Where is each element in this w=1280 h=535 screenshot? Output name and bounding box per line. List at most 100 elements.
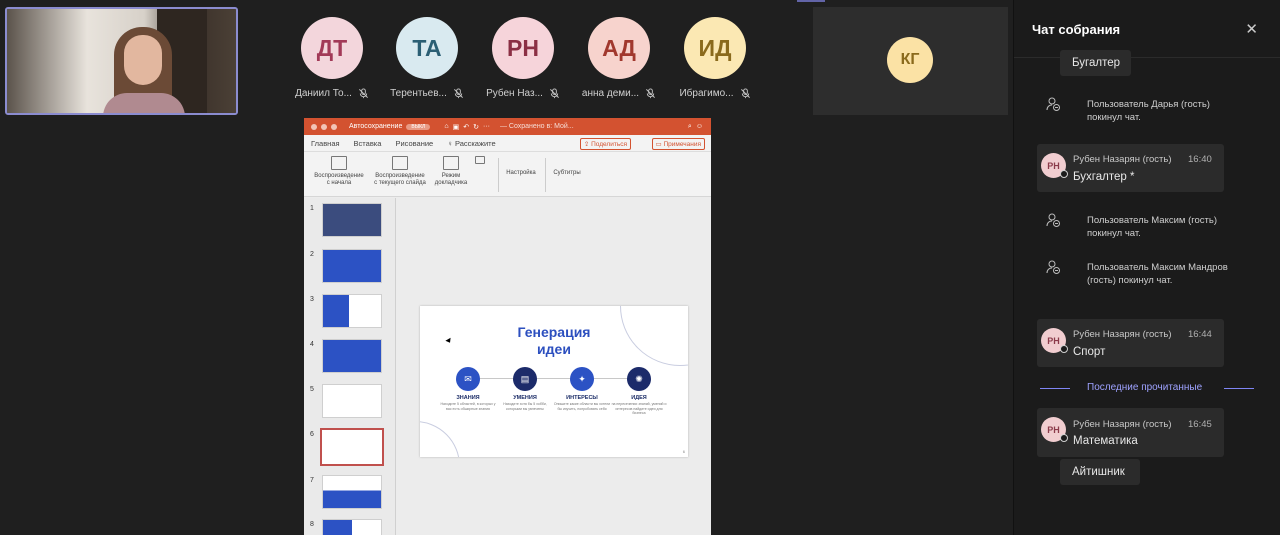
slide-thumbnail[interactable] [322, 384, 382, 418]
slide-thumbnail[interactable] [322, 475, 382, 509]
slide-item-label: УМЕНИЯ [513, 395, 537, 401]
skills-icon: ▤ [513, 367, 537, 391]
participant-avatar: ИД [684, 17, 746, 79]
slide-item-label: ЗНАНИЯ [456, 395, 480, 401]
chat-message-bubble[interactable]: Бугалтер [1060, 50, 1131, 76]
comment-icon: ▭ [655, 141, 662, 148]
thumb-number: 7 [310, 477, 314, 484]
close-icon[interactable]: ✕ [1245, 20, 1258, 38]
slide-item-desc: на пересечении знаний, умений и интересо… [611, 402, 667, 415]
ribbon-slideshow: Воспроизведение с начала Воспроизведение… [304, 152, 711, 197]
participant-name: Терентьев... [390, 88, 447, 99]
mic-muted-icon [453, 88, 463, 99]
chat-message-text: Айтишник [1072, 466, 1125, 478]
slide-thumbnail[interactable] [322, 519, 382, 535]
participant-name: Даниил То... [295, 88, 352, 99]
participant-avatar: ДТ [301, 17, 363, 79]
presence-status-icon [1060, 345, 1068, 353]
chat-message-text: Бухгалтер * [1073, 171, 1135, 183]
message-author: Рубен Назарян (гость) [1073, 154, 1172, 165]
idea-icon: ✺ [627, 367, 651, 391]
window-close-dot[interactable] [311, 123, 317, 130]
profile-icon[interactable]: ☺ [696, 123, 703, 130]
presenter-line2: докладчика [434, 180, 468, 186]
play-from-start-button[interactable]: Воспроизведение с начала [310, 156, 368, 187]
slide-item-desc: Находите 5 областей, в которых у вас ест… [440, 402, 496, 411]
window-zoom-dot[interactable] [331, 123, 337, 130]
message-time: 16:40 [1188, 154, 1212, 165]
slide-decor-arc [420, 421, 460, 457]
slide-thumbnail[interactable] [322, 339, 382, 373]
participant-tile[interactable]: ДТ Даниил То... [284, 17, 380, 99]
slide-thumbnail[interactable] [322, 294, 382, 328]
thumb-number: 4 [310, 341, 314, 348]
custom-show-icon [475, 156, 485, 164]
search-icon[interactable]: ⌕ [688, 123, 692, 131]
slide-page-number: 6 [682, 449, 685, 454]
redo-icon[interactable]: ↻ [473, 123, 479, 131]
play-from-current-button[interactable]: Воспроизведение с текущего слайда [370, 156, 430, 187]
participant-large-tile[interactable]: КГ [813, 7, 1008, 115]
play-from-current-line1: Воспроизведение [375, 173, 425, 179]
window-minimize-dot[interactable] [321, 123, 327, 130]
chat-message-bubble[interactable]: Айтишник [1060, 459, 1140, 485]
participant-avatar: ТА [396, 17, 458, 79]
mic-muted-icon [549, 88, 559, 99]
participant-avatar: КГ [887, 37, 933, 83]
home-icon[interactable]: ⌂ [444, 123, 448, 130]
more-icon[interactable]: ··· [483, 123, 490, 130]
participant-tile[interactable]: РН Рубен Наз... [475, 17, 571, 99]
interests-icon: ✦ [570, 367, 594, 391]
share-icon: ⇪ [583, 141, 590, 148]
shared-screen-powerpoint[interactable]: Автосохранение ВЫКЛ ⌂ ▣ ↶ ↻ ··· — Сохран… [304, 118, 711, 535]
custom-show-dropdown[interactable] [470, 156, 490, 167]
slide-connector-line [470, 378, 642, 379]
thumb-number: 2 [310, 251, 314, 258]
avatar[interactable]: РН [1041, 328, 1068, 353]
save-status: — Сохранено в: Мой... [499, 123, 574, 130]
save-icon[interactable]: ▣ [453, 123, 460, 131]
avatar[interactable]: РН [1041, 153, 1068, 178]
tab-draw[interactable]: Рисование [395, 139, 433, 148]
slide-thumbnail-selected[interactable] [320, 428, 384, 466]
presenter-view-button[interactable]: Режим докладчика [432, 156, 470, 187]
presence-status-icon [1060, 170, 1068, 178]
presence-status-icon [1060, 434, 1068, 442]
tab-home[interactable]: Главная [311, 139, 340, 148]
subtitles-label: Субтитры [553, 170, 581, 176]
slide-thumbnail[interactable] [322, 203, 382, 237]
presenter-icon [443, 156, 459, 170]
user-left-icon [1046, 260, 1060, 274]
participant-tile[interactable]: АД анна деми... [571, 17, 667, 99]
setup-label: Настройка [506, 170, 536, 176]
participant-tile[interactable]: ИД Ибрагимо... [667, 17, 763, 99]
setup-button[interactable]: Настройка [503, 170, 539, 177]
slide-thumbnail[interactable] [322, 249, 382, 283]
mic-muted-icon [646, 88, 656, 99]
lightbulb-icon: ♀ [447, 138, 453, 148]
ppt-title-bar: Автосохранение ВЫКЛ ⌂ ▣ ↶ ↻ ··· — Сохран… [304, 118, 711, 135]
user-left-icon [1046, 213, 1060, 227]
chat-message-text: Бугалтер [1072, 57, 1121, 69]
comments-button[interactable]: ▭ Примечания [651, 138, 705, 150]
current-slide[interactable]: Генерация идеи ✉ ЗНАНИЯ Находите 5 облас… [420, 306, 688, 457]
play-current-icon [392, 156, 408, 170]
share-button[interactable]: ⇪ Поделиться [579, 138, 631, 150]
last-read-divider-right [1224, 388, 1254, 389]
play-from-start-line1: Воспроизведение [314, 173, 364, 179]
ribbon-divider [545, 158, 546, 192]
slide-item-label: ИНТЕРЕСЫ [566, 395, 598, 401]
slide-title: Генерация идеи [420, 324, 688, 358]
self-video-tile[interactable] [5, 7, 238, 115]
presenter-line1: Режим [441, 173, 461, 179]
undo-icon[interactable]: ↶ [463, 123, 469, 131]
thumb-number: 6 [310, 431, 314, 438]
subtitles-button[interactable]: Субтитры [550, 170, 584, 177]
avatar-initials: РН [1047, 424, 1060, 435]
last-read-divider-left [1040, 388, 1070, 389]
tab-insert[interactable]: Вставка [354, 139, 382, 148]
participant-tile[interactable]: ТА Терентьев... [379, 17, 475, 99]
avatar[interactable]: РН [1041, 417, 1068, 442]
autosave-toggle[interactable]: ВЫКЛ [406, 123, 431, 130]
tell-me-search[interactable]: ♀ Расскажите [447, 139, 496, 148]
